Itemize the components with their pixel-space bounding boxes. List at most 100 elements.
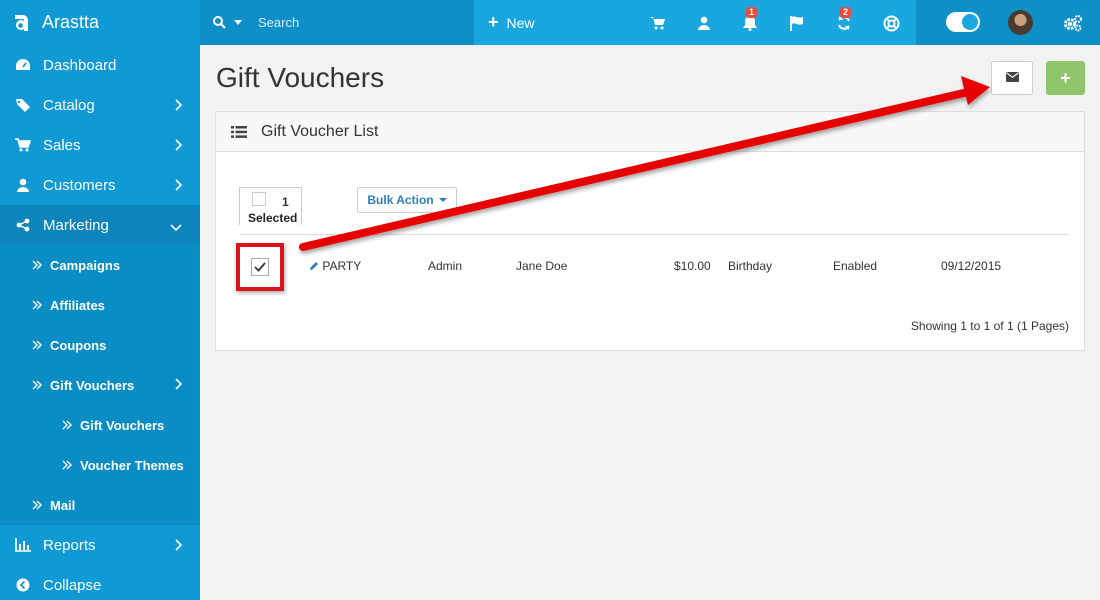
avatar[interactable] [1008,10,1033,35]
panel-title: Gift Voucher List [261,122,379,140]
marketing-submenu: Campaigns Affiliates Coupons Gift Vouche… [0,245,200,525]
sidebar-item-catalog[interactable]: Catalog [0,85,200,125]
chevron-right-icon [174,178,183,195]
topbar: + New 1 2 [200,0,1100,45]
panel-header: Gift Voucher List [216,112,1084,152]
sidebar-item-label: Sales [43,136,81,154]
sidebar-item-mail[interactable]: Mail [0,485,200,525]
select-all-checkbox[interactable] [252,192,266,206]
search-icon[interactable] [213,16,226,29]
voucher-code: PARTY [322,259,362,273]
caret-down-icon[interactable] [234,20,242,25]
sidebar-item-label: Mail [50,497,76,513]
sidebar-item-dashboard[interactable]: Dashboard [0,45,200,85]
sidebar-item-marketing[interactable]: Marketing [0,205,200,245]
sidebar-item-campaigns[interactable]: Campaigns [0,245,200,285]
selected-label: Selected [248,211,298,225]
sidebar-item-gift-vouchers-list[interactable]: Gift Vouchers [0,405,200,445]
flag-icon[interactable] [786,12,808,34]
lifebuoy-icon[interactable] [880,12,902,34]
sidebar-item-label: Coupons [50,337,107,353]
sidebar-item-reports[interactable]: Reports [0,525,200,565]
sidebar-item-label: Dashboard [43,56,117,74]
gears-icon[interactable] [1062,12,1084,34]
mode-toggle[interactable] [946,12,980,32]
double-chevron-icon [32,260,42,270]
refresh-icon[interactable]: 2 [833,7,855,34]
plus-icon: + [1060,67,1071,88]
envelope-icon [1005,69,1019,87]
bell-icon[interactable]: 1 [739,7,761,34]
bulk-action-button[interactable]: Bulk Action [357,187,457,213]
user-icon [14,178,32,192]
page-title: Gift Vouchers [216,62,385,93]
chevron-right-icon [174,378,183,393]
edit-voucher-link[interactable]: PARTY [309,259,361,273]
sidebar-item-label: Catalog [43,96,95,114]
tag-icon [14,98,32,112]
sidebar-item-label: Affiliates [50,297,105,313]
new-button[interactable]: + New [488,0,535,45]
sidebar-item-sales[interactable]: Sales [0,125,200,165]
search-box [200,0,474,45]
caret-down-icon [438,198,447,202]
selected-count: 1 [282,195,289,209]
toggle-knob [962,14,978,30]
voucher-status: Enabled [833,259,878,273]
chevron-right-icon [174,138,183,155]
send-mail-button[interactable] [991,61,1033,95]
sidebar-item-label: Reports [43,536,96,554]
chevron-right-icon [174,538,183,555]
bulk-action-label: Bulk Action [367,193,434,207]
row-checkbox[interactable] [251,258,269,276]
select-all-box: 1 Selected [239,187,302,225]
cart-icon [14,138,32,152]
brand-name: Arastta [42,12,100,32]
double-chevron-icon [62,460,72,470]
highlight-box [236,243,284,291]
topbar-right [916,0,1100,45]
cart-icon[interactable] [647,12,669,34]
share-icon [14,218,32,232]
voucher-theme: Birthday [728,259,773,273]
sidebar-collapse[interactable]: Collapse [0,565,200,600]
plus-icon: + [488,12,499,32]
dashboard-icon [14,58,32,72]
voucher-amount: $10.00 [674,259,711,273]
sidebar-item-coupons[interactable]: Coupons [0,325,200,365]
sidebar-item-affiliates[interactable]: Affiliates [0,285,200,325]
sidebar-item-label: Marketing [43,216,109,234]
pagination-info: Showing 1 to 1 of 1 (1 Pages) [910,319,1069,333]
check-icon [254,262,266,272]
voucher-to: Jane Doe [516,259,568,273]
double-chevron-icon [32,340,42,350]
list-icon [231,125,247,138]
double-chevron-icon [32,500,42,510]
collapse-icon [14,578,32,592]
user-icon[interactable] [693,12,715,34]
pencil-icon [310,262,318,270]
sidebar-item-label: Gift Vouchers [80,417,165,433]
sidebar-item-label: Collapse [43,576,102,594]
voucher-from: Admin [428,259,463,273]
sidebar-item-label: Voucher Themes [80,457,184,473]
chevron-down-icon [170,218,182,235]
double-chevron-icon [32,380,42,390]
double-chevron-icon [62,420,72,430]
add-voucher-button[interactable]: + [1046,61,1085,95]
table-row: PARTY Admin Jane Doe $10.00 Birthday Ena… [216,243,1086,291]
notifications-badge: 1 [745,7,757,18]
sidebar-item-gift-vouchers[interactable]: Gift Vouchers [0,365,200,405]
sidebar-item-label: Customers [43,176,116,194]
sidebar-item-customers[interactable]: Customers [0,165,200,205]
bar-chart-icon [14,538,32,552]
new-button-label: New [506,14,535,31]
sidebar-item-voucher-themes[interactable]: Voucher Themes [0,445,200,485]
search-input[interactable] [258,15,438,30]
brand[interactable]: Arastta [0,0,200,45]
double-chevron-icon [32,300,42,310]
gift-voucher-panel: Gift Voucher List 1 Selected Bulk Action… [215,111,1085,351]
sidebar-item-label: Campaigns [50,257,121,273]
divider [239,234,1069,235]
voucher-date: 09/12/2015 [941,259,1002,273]
